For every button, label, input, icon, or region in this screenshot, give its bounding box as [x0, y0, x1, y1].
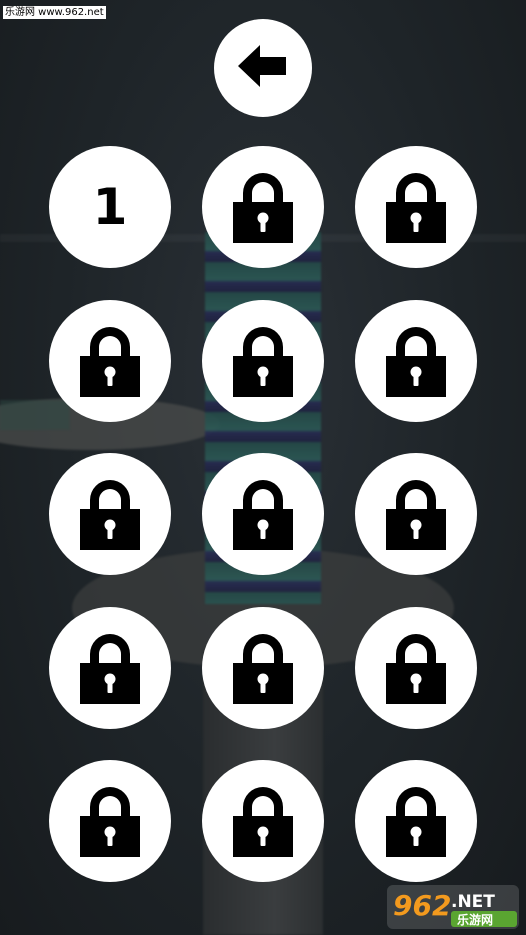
level-button-locked[interactable] [355, 606, 477, 729]
level-button-locked[interactable] [49, 453, 171, 575]
level-button-locked[interactable] [355, 146, 477, 268]
lock-icon [384, 785, 448, 857]
lock-icon [231, 171, 295, 243]
level-button-locked[interactable] [202, 299, 324, 422]
lock-icon [231, 478, 295, 550]
level-button-unlocked[interactable]: 1 [49, 146, 171, 268]
level-button-locked[interactable] [202, 606, 324, 729]
lock-icon [78, 478, 142, 550]
lock-icon [384, 478, 448, 550]
lock-icon [231, 325, 295, 397]
level-button-locked[interactable] [355, 299, 477, 422]
level-button-locked[interactable] [49, 760, 171, 882]
back-button[interactable] [214, 19, 312, 117]
level-button-locked[interactable] [202, 146, 324, 268]
level-button-locked[interactable] [355, 453, 477, 575]
level-number: 1 [92, 178, 128, 236]
watermark-text: 乐游网 www.962.net [3, 6, 106, 19]
svg-text:.NET: .NET [451, 892, 495, 912]
svg-text:962: 962 [393, 889, 451, 922]
lock-icon [231, 632, 295, 704]
level-button-locked[interactable] [202, 760, 324, 882]
svg-text:乐游网: 乐游网 [457, 912, 493, 927]
lock-icon [231, 785, 295, 857]
game-scene: 1 乐游网 www.962.net 962 .NET 乐游网 [0, 0, 526, 935]
lock-icon [78, 325, 142, 397]
level-button-locked[interactable] [49, 606, 171, 729]
lock-icon [78, 785, 142, 857]
lock-icon [384, 325, 448, 397]
level-button-locked[interactable] [355, 760, 477, 882]
level-grid: 1 [49, 146, 477, 882]
arrow-left-icon [238, 45, 288, 91]
level-button-locked[interactable] [202, 453, 324, 575]
lock-icon [78, 632, 142, 704]
lock-icon [384, 171, 448, 243]
level-button-locked[interactable] [49, 299, 171, 422]
watermark-logo: 962 .NET 乐游网 [385, 883, 521, 931]
lock-icon [384, 632, 448, 704]
